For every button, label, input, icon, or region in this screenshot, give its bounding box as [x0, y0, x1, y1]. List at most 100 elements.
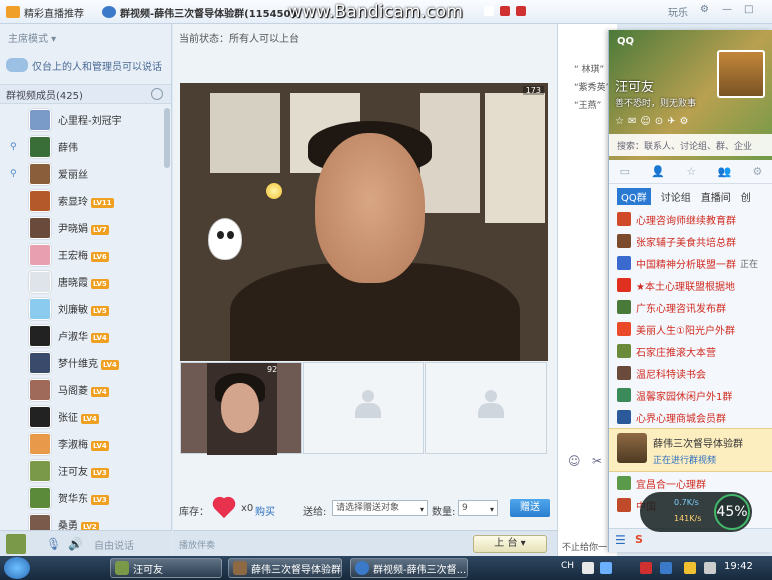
- thumb-video-1[interactable]: 92: [180, 362, 302, 455]
- avatar[interactable]: [29, 243, 51, 266]
- favorites-tab-icon[interactable]: ☆: [686, 165, 696, 178]
- member-row[interactable]: 王宏梅 LV6: [0, 241, 164, 268]
- member-row[interactable]: 马阁菱 LV4: [0, 376, 164, 403]
- recipient-select[interactable]: 请选择赠送对象 ▾: [332, 500, 428, 516]
- member-name: 贺华东 LV3: [58, 494, 109, 505]
- play-fun-link[interactable]: 玩乐: [668, 4, 688, 19]
- scissors-icon[interactable]: ✂: [592, 454, 602, 468]
- taskbar-item-group[interactable]: 薛伟三次督导体验群: [228, 558, 342, 578]
- group-item[interactable]: 张家辅子美食共培总群: [609, 230, 772, 252]
- member-row[interactable]: 李淑梅 LV4: [0, 430, 164, 457]
- chat-line: “王燕”: [574, 101, 602, 111]
- tab-live-recommend[interactable]: 精彩直播推荐: [6, 3, 84, 21]
- avatar[interactable]: [29, 486, 51, 509]
- tray-icon[interactable]: [582, 562, 594, 574]
- group-item[interactable]: 美丽人生①阳光户外群: [609, 318, 772, 340]
- maximize-icon[interactable]: □: [744, 4, 753, 15]
- free-speak-button[interactable]: 自由说话: [94, 537, 134, 552]
- group-item[interactable]: 石家庄推滚大本营: [609, 340, 772, 362]
- group-item[interactable]: 温尼科特读书会: [609, 362, 772, 384]
- avatar[interactable]: [29, 189, 51, 212]
- taskbar-item-video[interactable]: 群视频-薛伟三次督...: [350, 558, 468, 578]
- chat-tab-icon[interactable]: ▭: [620, 165, 630, 178]
- member-row[interactable]: 贺华东 LV3: [0, 484, 164, 511]
- minimize-icon[interactable]: —: [722, 4, 732, 15]
- settings-icon[interactable]: ⚙: [700, 4, 709, 15]
- member-row[interactable]: ⚲ 薛伟: [0, 133, 164, 160]
- member-row[interactable]: 索显玲 LV11: [0, 187, 164, 214]
- avatar[interactable]: [29, 405, 51, 428]
- more-tab-icon[interactable]: ⚙: [752, 165, 762, 178]
- buy-link[interactable]: 购买: [255, 503, 275, 518]
- subtab-more[interactable]: 创: [741, 189, 751, 204]
- tray-icon[interactable]: [660, 562, 672, 574]
- sogou-icon[interactable]: S: [635, 533, 643, 546]
- contacts-tab-icon[interactable]: 👤: [651, 165, 665, 178]
- member-row[interactable]: 尹晓娟 LV7: [0, 214, 164, 241]
- avatar[interactable]: [29, 432, 51, 455]
- emoji-icon[interactable]: ☺: [568, 454, 581, 468]
- avatar[interactable]: [29, 378, 51, 401]
- background-music-button[interactable]: 播放伴奏: [179, 538, 215, 551]
- avatar[interactable]: [29, 324, 51, 347]
- qq-avatar[interactable]: [717, 50, 765, 98]
- qq-search-input[interactable]: 搜索：联系人、讨论组、群、企业: [609, 134, 772, 156]
- member-row[interactable]: 张征 LV4: [0, 403, 164, 430]
- avatar[interactable]: [29, 162, 51, 185]
- thumb-video-2[interactable]: [302, 362, 425, 454]
- tray-icon[interactable]: [640, 562, 652, 574]
- qq-toolbar-icons[interactable]: ☆✉☺⊙✈⚙: [615, 116, 693, 127]
- speaker-icon[interactable]: 🔊: [68, 537, 83, 551]
- subtab-discussion[interactable]: 讨论组: [661, 189, 691, 204]
- host-mode-dropdown[interactable]: 主席模式 ▾: [8, 30, 56, 45]
- taskbar-item-contact[interactable]: 汪可友: [110, 558, 222, 578]
- subtab-qq-group[interactable]: QQ群: [617, 187, 651, 205]
- quantity-select[interactable]: 9 ▾: [458, 500, 498, 516]
- group-item[interactable]: 心界心理商城会员群: [609, 406, 772, 428]
- main-video[interactable]: 173: [180, 83, 548, 361]
- search-icon[interactable]: [151, 88, 163, 100]
- group-item[interactable]: 中国精神分析联盟一群 正在: [609, 252, 772, 274]
- heart-gift-icon[interactable]: [211, 496, 237, 520]
- avatar[interactable]: [29, 216, 51, 239]
- group-item[interactable]: ★本土心理联盟根据地: [609, 274, 772, 296]
- volume-icon[interactable]: [704, 562, 716, 574]
- mic-icon[interactable]: 🎙: [46, 537, 61, 551]
- avatar[interactable]: [29, 270, 51, 293]
- qq-nickname[interactable]: 汪可友: [615, 76, 654, 95]
- member-row[interactable]: 梦什维克 LV4: [0, 349, 164, 376]
- group-item[interactable]: 广东心理咨讯发布群: [609, 296, 772, 318]
- group-item[interactable]: 宜昌合一心理群: [609, 472, 772, 494]
- groups-tab-icon[interactable]: 👥: [717, 165, 731, 178]
- avatar[interactable]: [29, 108, 51, 131]
- member-row[interactable]: 汪可友 LV3: [0, 457, 164, 484]
- scrollbar[interactable]: [164, 108, 170, 168]
- thumb-video-3[interactable]: [425, 362, 548, 454]
- menu-icon[interactable]: ☰: [615, 533, 626, 547]
- avatar[interactable]: [29, 351, 51, 374]
- tray-icon[interactable]: [684, 562, 696, 574]
- avatar[interactable]: [29, 297, 51, 320]
- avatar[interactable]: [29, 459, 51, 482]
- subtab-live[interactable]: 直播间: [701, 189, 731, 204]
- send-gift-button[interactable]: 赠送: [510, 499, 550, 517]
- member-row[interactable]: 卢淑华 LV4: [0, 322, 164, 349]
- member-row[interactable]: 刘廉敏 LV5: [0, 295, 164, 322]
- avatar[interactable]: [6, 534, 26, 554]
- on-stage-button[interactable]: 上 台 ▾: [473, 535, 547, 553]
- usage-percent[interactable]: 45%: [714, 494, 750, 530]
- member-row[interactable]: ⚲ 爱丽丝: [0, 160, 164, 187]
- stop-icon: [500, 6, 510, 16]
- tray-icon[interactable]: [600, 562, 612, 574]
- start-button[interactable]: [4, 557, 30, 579]
- group-item[interactable]: 温馨家园休闲户外1群: [609, 384, 772, 406]
- group-item[interactable]: 心理咨询师继续教育群: [609, 208, 772, 230]
- member-row[interactable]: 心里程-刘冠宇: [0, 106, 164, 133]
- language-indicator[interactable]: CH: [561, 561, 574, 571]
- clock[interactable]: 19:42: [724, 561, 753, 572]
- group-item-selected[interactable]: 薛伟三次督导体验群 正在进行群视频: [609, 428, 772, 472]
- avatar[interactable]: [29, 135, 51, 158]
- tab-group-video[interactable]: 群视频-薛伟三次督导体验群(1154500: [102, 3, 297, 21]
- qq-signature[interactable]: 善不恐时，则无败事: [615, 96, 696, 109]
- member-row[interactable]: 唐晓霞 LV5: [0, 268, 164, 295]
